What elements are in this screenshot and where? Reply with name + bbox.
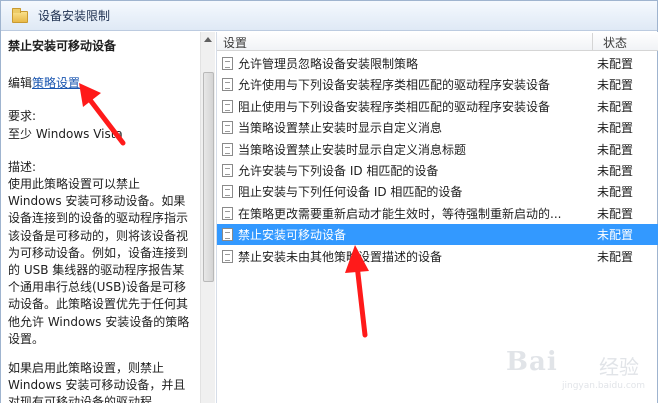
column-header-status[interactable]: 状态 (603, 34, 627, 51)
watermark-logo: Bai (506, 347, 558, 377)
setting-status: 未配置 (597, 142, 634, 157)
scrollbar-thumb[interactable] (203, 72, 214, 282)
policy-document-icon (222, 185, 233, 199)
description-text-continued: 如果启用此策略设置，则禁止 Windows 安装可移动设备，并且对现有可移动设备… (8, 361, 186, 403)
setting-name: 阻止安装与下列任何设备 ID 相匹配的设备 (238, 185, 463, 200)
setting-name: 禁止安装可移动设备 (238, 228, 347, 243)
policy-document-icon (222, 121, 233, 135)
setting-name: 在策略更改需要重新启动才能生效时，等待强制重新启动的... (238, 206, 562, 221)
description-label: 描述: (8, 160, 37, 174)
policy-settings-link[interactable]: 策略设置 (32, 76, 80, 90)
table-row[interactable]: 在策略更改需要重新启动才能生效时，等待强制重新启动的... 未配置 (217, 203, 658, 224)
table-row[interactable]: 当策略设置禁止安装时显示自定义消息 未配置 (217, 117, 658, 138)
folder-icon (12, 7, 28, 23)
setting-status: 未配置 (597, 228, 634, 243)
title-bar: 设备安装限制 (1, 1, 657, 31)
policy-document-icon (222, 228, 233, 242)
setting-status: 未配置 (597, 121, 634, 136)
setting-name: 阻止使用与下列设备安装程序类相匹配的驱动程序安装设备 (238, 99, 551, 114)
column-header-setting[interactable]: 设置 (223, 34, 247, 51)
table-row[interactable]: 当策略设置禁止安装时显示自定义消息标题 未配置 (217, 139, 658, 160)
setting-status: 未配置 (597, 164, 634, 178)
table-row[interactable]: 允许使用与下列设备安装程序类相匹配的驱动程序安装设备 未配置 (217, 74, 658, 95)
list-column-header: 设置 状态 (217, 32, 658, 51)
setting-status: 未配置 (597, 99, 634, 114)
table-row[interactable]: 禁止安装未由其他策略设置描述的设备 未配置 (217, 246, 658, 267)
group-policy-window: 设备安装限制 禁止安装可移动设备 编辑策略设置 要求: 至少 Windows V… (0, 0, 658, 403)
edit-policy-line: 编辑策略设置 (8, 74, 80, 91)
policy-document-icon (222, 99, 233, 113)
setting-status: 未配置 (597, 78, 634, 93)
scroll-up-arrow-icon[interactable] (204, 37, 212, 42)
policy-document-icon (222, 57, 233, 70)
setting-status: 未配置 (597, 57, 634, 71)
setting-name: 当策略设置禁止安装时显示自定义消息 (238, 121, 443, 136)
policy-detail-pane: 禁止安装可移动设备 编辑策略设置 要求: 至少 Windows Vista 描述… (1, 32, 216, 403)
watermark-url: jingyan.baidu.com (562, 381, 646, 391)
watermark-sub: 经验 (599, 355, 639, 379)
detail-scrollbar[interactable] (200, 32, 215, 403)
edit-prefix: 编辑 (8, 76, 33, 90)
setting-status: 未配置 (597, 185, 634, 200)
policy-document-icon (222, 142, 233, 156)
baidu-watermark: Bai 经验 jingyan.baidu.com (506, 341, 651, 396)
setting-name: 允许安装与下列设备 ID 相匹配的设备 (238, 164, 439, 178)
setting-name: 禁止安装未由其他策略设置描述的设备 (238, 249, 443, 264)
policy-document-icon (222, 206, 233, 220)
table-row-selected[interactable]: 禁止安装可移动设备 未配置 (217, 224, 658, 246)
setting-status: 未配置 (597, 206, 634, 221)
policy-document-icon (222, 78, 233, 92)
description-text: 使用此策略设置可以禁止 Windows 安装可移动设备。如果设备连接到的设备的驱… (8, 177, 190, 346)
requirement-label: 要求: (8, 109, 37, 123)
window-title: 设备安装限制 (38, 9, 111, 23)
policy-heading: 禁止安装可移动设备 (8, 39, 117, 53)
policy-document-icon (222, 164, 233, 177)
setting-name: 允许使用与下列设备安装程序类相匹配的驱动程序安装设备 (238, 78, 551, 93)
table-row[interactable]: 允许安装与下列设备 ID 相匹配的设备 未配置 (217, 160, 658, 181)
setting-name: 当策略设置禁止安装时显示自定义消息标题 (238, 142, 467, 157)
table-row[interactable]: 阻止使用与下列设备安装程序类相匹配的驱动程序安装设备 未配置 (217, 96, 658, 117)
policy-document-icon (222, 249, 233, 263)
setting-name: 允许管理员忽略设备安装限制策略 (238, 57, 419, 71)
table-row[interactable]: 允许管理员忽略设备安装限制策略 未配置 (217, 53, 658, 74)
table-row[interactable]: 阻止安装与下列任何设备 ID 相匹配的设备 未配置 (217, 181, 658, 202)
requirement-value: 至少 Windows Vista (8, 127, 123, 141)
setting-status: 未配置 (597, 249, 634, 264)
column-separator[interactable] (592, 33, 593, 50)
